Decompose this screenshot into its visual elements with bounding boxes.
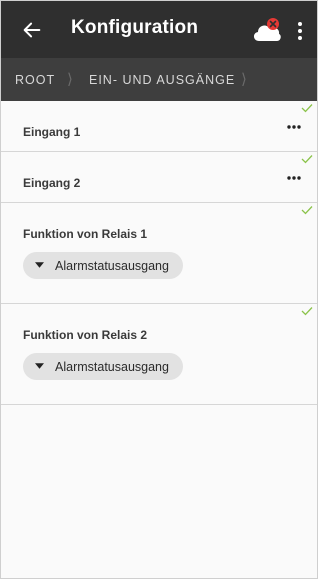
check-icon [301, 206, 313, 215]
relay-1-label: Funktion von Relais 1 [23, 227, 148, 241]
check-icon [301, 307, 313, 316]
list-item-label: Eingang 1 [23, 125, 81, 139]
relay-2-label: Funktion von Relais 2 [23, 328, 148, 342]
arrow-left-icon[interactable] [21, 19, 43, 41]
chevron-right-icon: ⟩ [241, 71, 248, 88]
more-vertical-icon[interactable] [297, 21, 303, 41]
check-icon [301, 104, 313, 113]
check-icon [301, 155, 313, 164]
caret-down-icon [35, 363, 44, 369]
relay-1-dropdown[interactable]: Alarmstatusausgang [23, 252, 183, 279]
list-item-eingang-1[interactable]: Eingang 1 [1, 101, 317, 152]
chevron-right-icon: ⟩ [67, 71, 74, 88]
screen: Konfiguration ROOT ⟩ EIN- UND AUSGÄNGE ⟩… [0, 0, 318, 579]
breadcrumb-item-io[interactable]: EIN- UND AUSGÄNGE [89, 73, 235, 87]
more-horizontal-icon[interactable] [287, 125, 301, 129]
page-title: Konfiguration [71, 17, 199, 38]
list-item-relay-1: Funktion von Relais 1 Alarmstatusausgang [1, 203, 317, 304]
list-item-relay-2: Funktion von Relais 2 Alarmstatusausgang [1, 304, 317, 405]
settings-list: Eingang 1 Eingang 2 Funktion von Relais … [1, 101, 317, 405]
caret-down-icon [35, 262, 44, 268]
breadcrumb: ROOT ⟩ EIN- UND AUSGÄNGE ⟩ [1, 58, 317, 101]
relay-1-dropdown-value: Alarmstatusausgang [55, 259, 169, 273]
cloud-error-icon[interactable] [251, 15, 283, 45]
more-horizontal-icon[interactable] [287, 176, 301, 180]
relay-2-dropdown-value: Alarmstatusausgang [55, 360, 169, 374]
list-item-eingang-2[interactable]: Eingang 2 [1, 152, 317, 203]
breadcrumb-item-root[interactable]: ROOT [15, 73, 55, 87]
app-bar: Konfiguration [1, 1, 317, 58]
relay-2-dropdown[interactable]: Alarmstatusausgang [23, 353, 183, 380]
list-item-label: Eingang 2 [23, 176, 81, 190]
